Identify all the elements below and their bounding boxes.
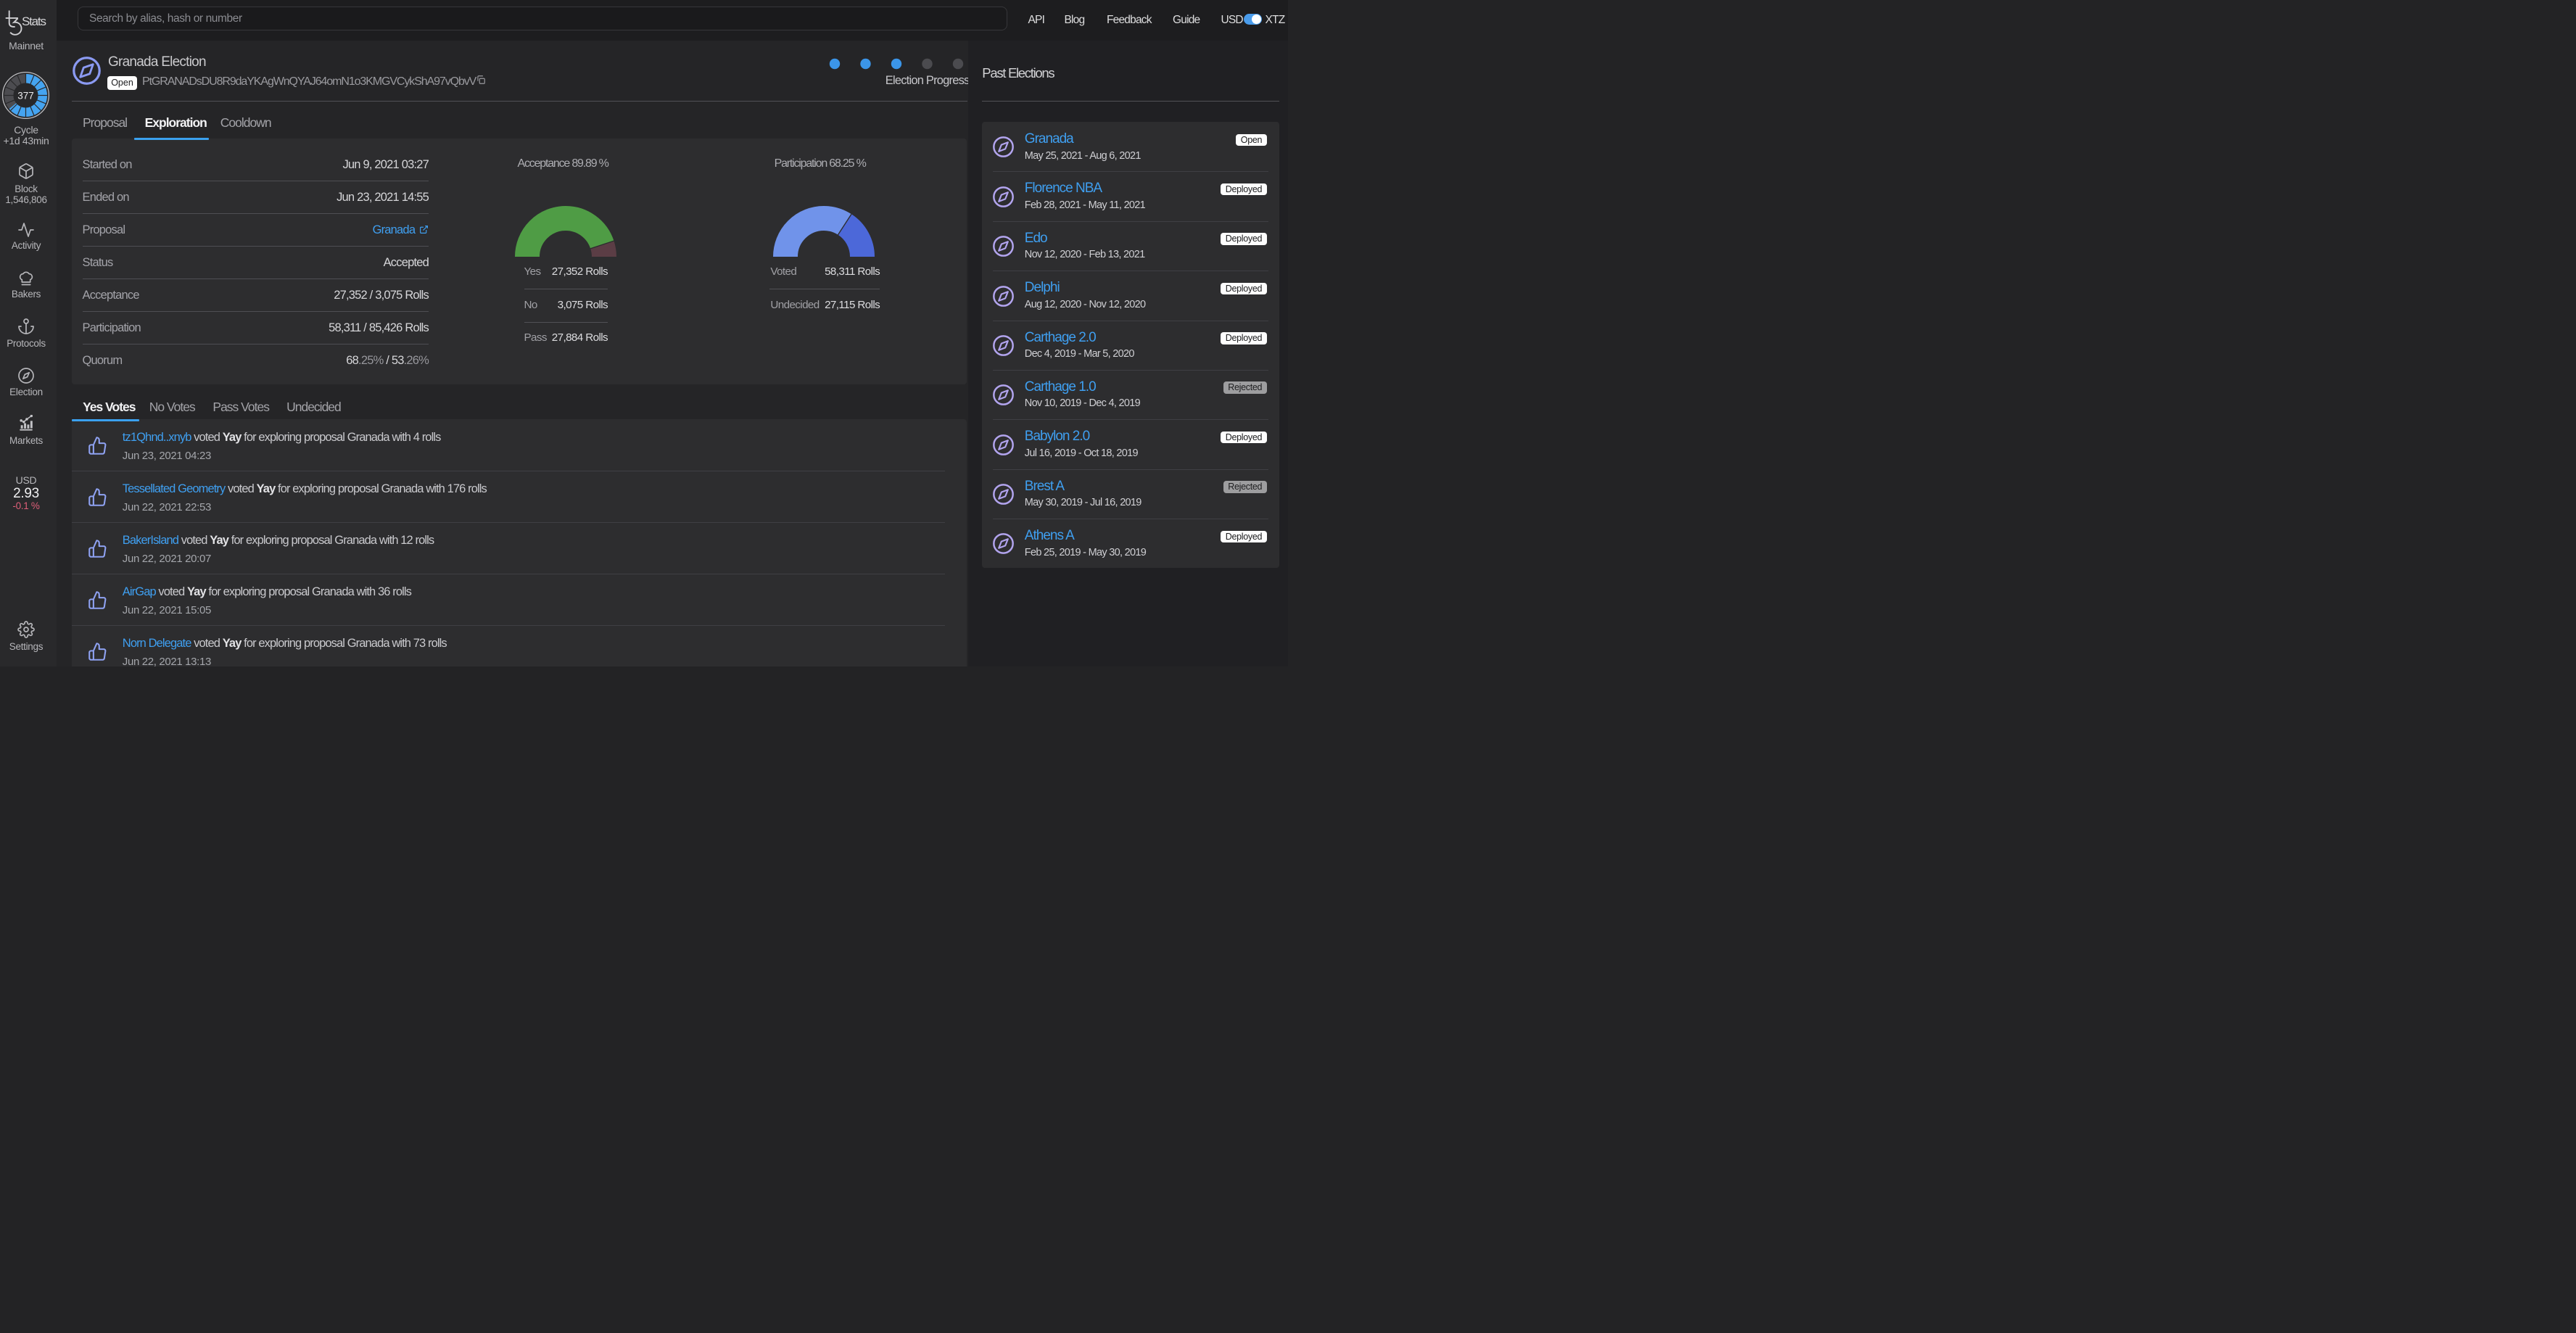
svg-text:377: 377	[17, 90, 34, 101]
